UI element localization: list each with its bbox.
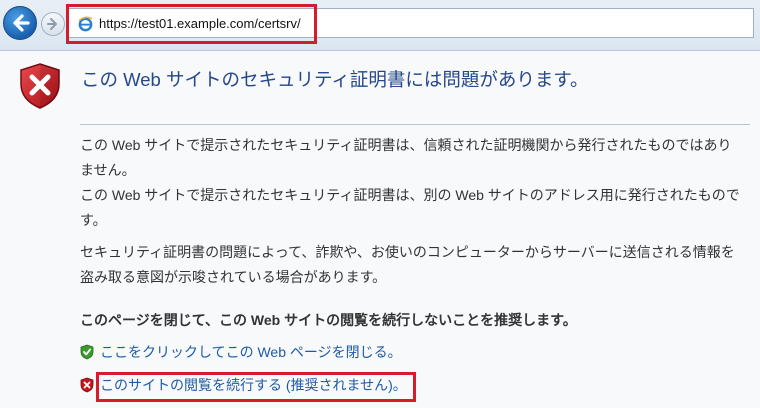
browser-toolbar: https://test01.example.com/certsrv/ [0,0,760,51]
recommendation-text: このページを閉じて、この Web サイトの閲覧を続行しないことを推奨します。 [80,312,577,328]
divider [80,124,750,125]
forward-arrow-icon [47,18,57,30]
error-description: この Web サイトで提示されたセキュリティ証明書は、信頼された証明機関から発行… [80,133,745,233]
url-highlight-box [66,4,317,44]
close-page-link[interactable]: ここをクリックしてこの Web ページを閉じる。 [100,342,402,362]
error-paragraph-mismatch: この Web サイトで提示されたセキュリティ証明書は、別の Web サイトのアド… [80,187,740,228]
risk-paragraph: セキュリティ証明書の問題によって、詐欺や、お使いのコンピューターからサーバーに送… [80,244,735,285]
error-paragraph-untrusted: この Web サイトで提示されたセキュリティ証明書は、信頼された証明機関から発行… [80,137,732,178]
green-shield-check-icon [80,344,94,360]
close-page-row: ここをクリックしてこの Web ページを閉じる。 [80,342,402,362]
back-button[interactable] [3,6,37,40]
page-title: この Web サイトのセキュリティ証明書には問題があります。 [81,69,589,90]
link-highlight-box [96,372,416,402]
red-shield-x-icon [80,377,94,393]
forward-button[interactable] [41,12,65,36]
back-arrow-icon [13,14,30,32]
shield-error-icon [20,63,60,109]
